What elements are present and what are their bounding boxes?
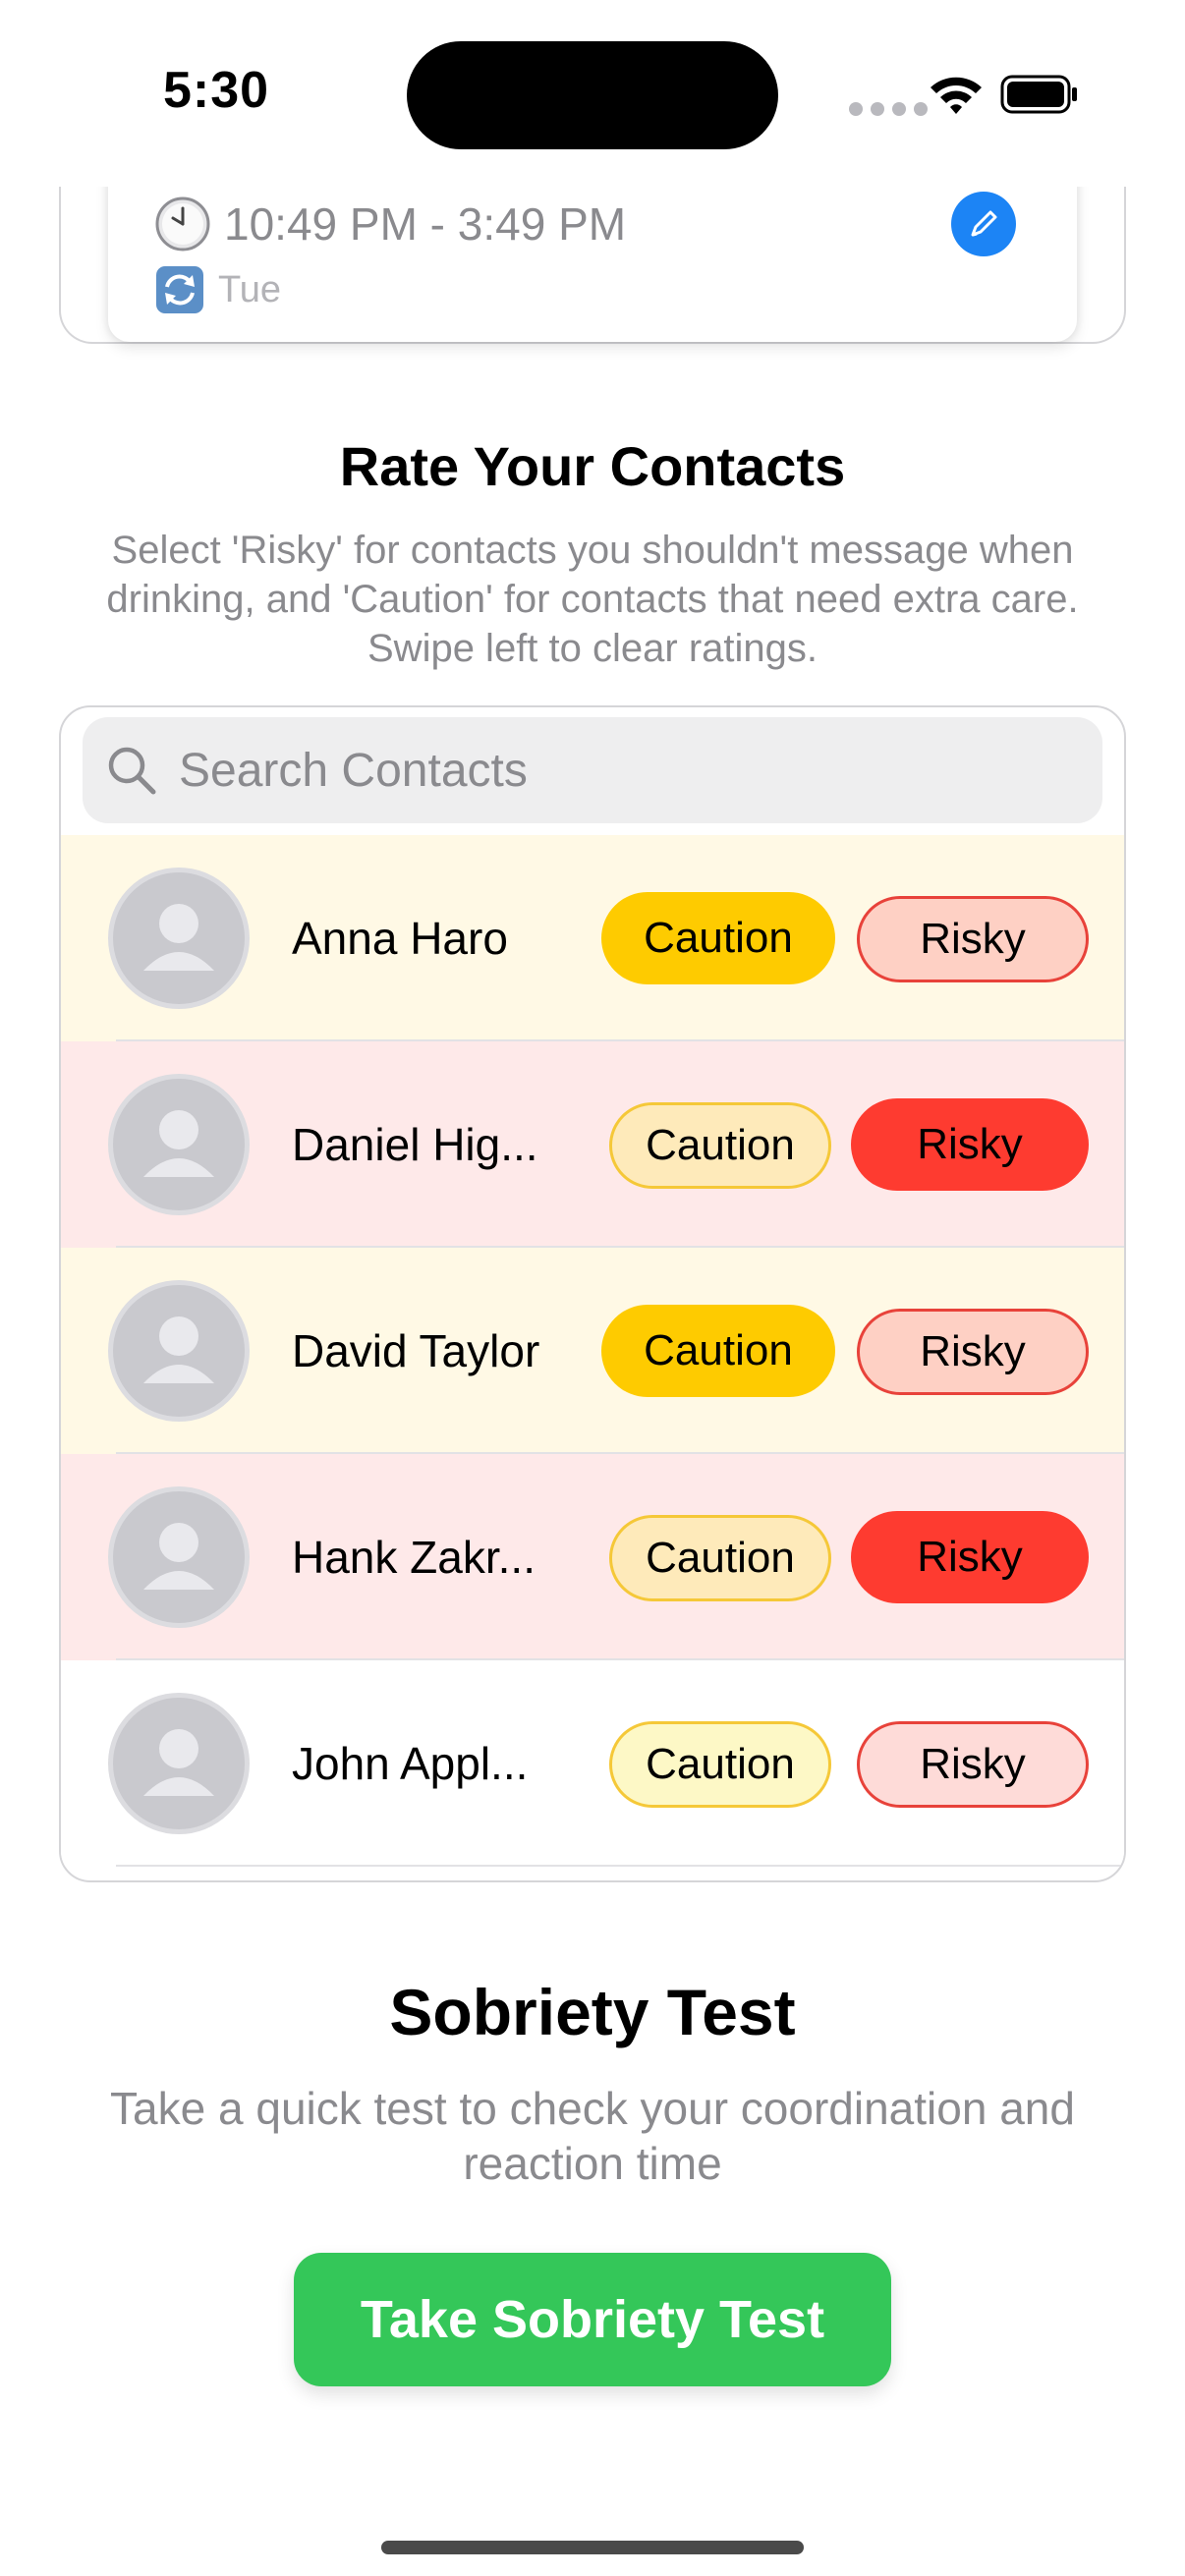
edit-schedule-button[interactable] — [951, 192, 1016, 256]
contact-name: Anna Haro — [292, 913, 508, 964]
risky-button[interactable]: Risky — [857, 896, 1089, 982]
take-sobriety-test-button[interactable]: Take Sobriety Test — [294, 2253, 891, 2386]
caution-button[interactable]: Caution — [601, 892, 835, 984]
schedule-days-text: Tue — [218, 268, 282, 310]
sobriety-test-description: Take a quick test to check your coordina… — [110, 2083, 1075, 2189]
risky-button[interactable]: Risky — [857, 1721, 1089, 1808]
risky-button[interactable]: Risky — [851, 1511, 1089, 1603]
contacts-card: Anna Haro Caution Risky Daniel Hig... Ca… — [59, 705, 1126, 1882]
risky-button[interactable]: Risky — [851, 1098, 1089, 1191]
dynamic-island — [407, 41, 778, 149]
cellular-signal-icon — [849, 102, 928, 116]
contact-row-david-taylor[interactable]: David Taylor Caution Risky — [61, 1248, 1124, 1454]
status-time: 5:30 — [162, 62, 270, 119]
avatar — [108, 1486, 250, 1628]
person-icon — [143, 1729, 214, 1796]
rate-contacts-description: Select 'Risky' for contacts you shouldn'… — [106, 529, 1079, 670]
avatar — [108, 1693, 250, 1834]
schedule-days-row: Tue — [155, 265, 281, 314]
search-input[interactable] — [179, 743, 1063, 798]
avatar — [108, 1280, 250, 1422]
person-icon — [143, 1316, 214, 1383]
contact-name: Hank Zakr... — [292, 1532, 536, 1583]
home-indicator[interactable] — [381, 2541, 804, 2554]
caution-button[interactable]: Caution — [609, 1515, 831, 1601]
person-icon — [143, 1523, 214, 1590]
avatar — [108, 1074, 250, 1215]
repeat-emoji-icon — [156, 266, 203, 313]
schedule-time-text: 10:49 PM - 3:49 PM — [224, 198, 627, 250]
pencil-icon — [971, 210, 997, 237]
person-icon — [143, 1110, 214, 1177]
caution-button[interactable]: Caution — [609, 1102, 831, 1189]
contact-name: John Appl... — [292, 1738, 529, 1789]
wifi-icon — [931, 77, 982, 114]
battery-icon — [1000, 75, 1077, 114]
row-divider — [116, 1865, 1124, 1867]
contact-row-john-appl[interactable]: John Appl... Caution Risky — [61, 1660, 1124, 1867]
risky-button[interactable]: Risky — [857, 1309, 1089, 1395]
search-icon — [108, 747, 156, 795]
schedule-time-row: 10:49 PM - 3:49 PM — [155, 196, 626, 252]
contact-name: David Taylor — [292, 1325, 540, 1376]
caution-button[interactable]: Caution — [609, 1721, 831, 1808]
clock-emoji-icon — [155, 196, 210, 252]
screen: 10:49 PM - 3:49 PM Tue 5:30 Rate Your Co… — [0, 0, 1185, 2576]
contact-row-daniel-hig[interactable]: Daniel Hig... Caution Risky — [61, 1041, 1124, 1248]
caution-button[interactable]: Caution — [601, 1305, 835, 1397]
sobriety-test-title: Sobriety Test — [389, 1976, 796, 2048]
contact-row-anna-haro[interactable]: Anna Haro Caution Risky — [61, 835, 1124, 1041]
contact-list: Anna Haro Caution Risky Daniel Hig... Ca… — [61, 835, 1124, 1867]
person-icon — [143, 904, 214, 971]
avatar — [108, 868, 250, 1009]
contact-row-hank-zakr[interactable]: Hank Zakr... Caution Risky — [61, 1454, 1124, 1660]
contact-name: Daniel Hig... — [292, 1119, 538, 1170]
search-bar[interactable] — [83, 717, 1102, 823]
rate-contacts-title: Rate Your Contacts — [339, 435, 846, 497]
status-bar: 5:30 — [0, 0, 1185, 187]
